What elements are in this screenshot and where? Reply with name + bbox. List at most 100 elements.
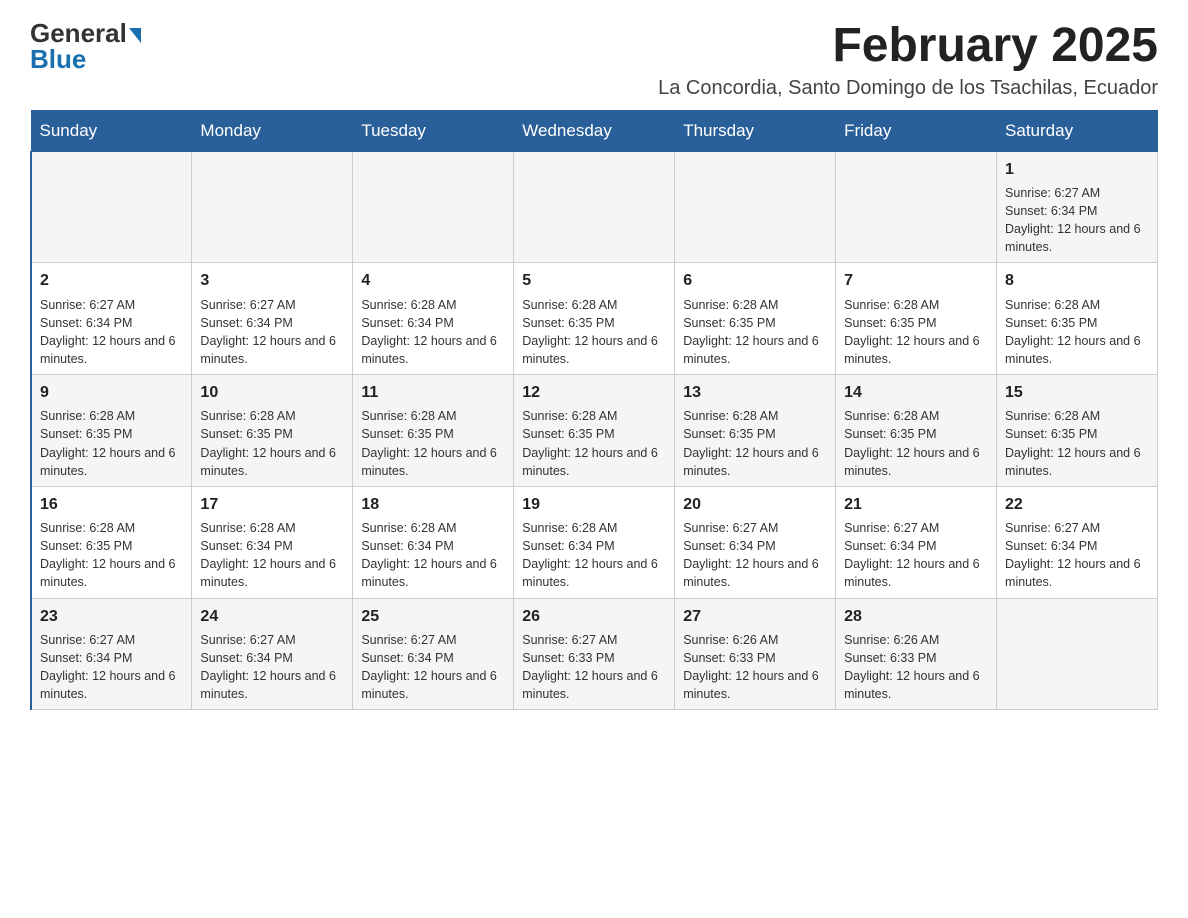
day-number: 27 (683, 605, 827, 628)
calendar-week-row: 2 Sunrise: 6:27 AM Sunset: 6:34 PM Daylig… (31, 263, 1158, 375)
weekday-header-saturday: Saturday (997, 110, 1158, 151)
logo-general-text: General (30, 20, 127, 46)
day-info: Sunrise: 6:28 AM Sunset: 6:35 PM Dayligh… (1005, 407, 1149, 480)
day-number: 24 (200, 605, 344, 628)
calendar-day-cell: 22Sunrise: 6:27 AM Sunset: 6:34 PM Dayli… (997, 486, 1158, 598)
day-number: 5 (522, 269, 666, 292)
day-number: 4 (361, 269, 505, 292)
calendar-week-row: 16Sunrise: 6:28 AM Sunset: 6:35 PM Dayli… (31, 486, 1158, 598)
calendar-week-row: 23 Sunrise: 6:27 AM Sunset: 6:34 PM Dayli… (31, 598, 1158, 710)
calendar-week-row: 1 Sunrise: 6:27 AM Sunset: 6:34 PM Daylig… (31, 151, 1158, 263)
day-info: Sunrise: 6:28 AM Sunset: 6:35 PM Dayligh… (522, 296, 666, 369)
logo-blue-text: Blue (30, 46, 86, 72)
logo: General Blue (30, 20, 141, 72)
calendar-week-row: 9 Sunrise: 6:28 AM Sunset: 6:35 PM Daylig… (31, 375, 1158, 487)
weekday-header-tuesday: Tuesday (353, 110, 514, 151)
calendar-day-cell: 2 Sunrise: 6:27 AM Sunset: 6:34 PM Daylig… (31, 263, 192, 375)
calendar-day-cell: 3 Sunrise: 6:27 AM Sunset: 6:34 PM Daylig… (192, 263, 353, 375)
calendar-day-cell: 17 Sunrise: 6:28 AM Sunset: 6:34 PM Dayli… (192, 486, 353, 598)
calendar-day-cell: 12Sunrise: 6:28 AM Sunset: 6:35 PM Dayli… (514, 375, 675, 487)
calendar-day-cell: 18 Sunrise: 6:28 AM Sunset: 6:34 PM Dayli… (353, 486, 514, 598)
day-info: Sunrise: 6:28 AM Sunset: 6:35 PM Dayligh… (683, 407, 827, 480)
calendar-title: February 2025 (658, 20, 1158, 73)
day-info: Sunrise: 6:28 AM Sunset: 6:35 PM Dayligh… (844, 407, 988, 480)
calendar-day-cell: 16Sunrise: 6:28 AM Sunset: 6:35 PM Dayli… (31, 486, 192, 598)
day-number: 20 (683, 493, 827, 516)
day-info: Sunrise: 6:27 AM Sunset: 6:34 PM Dayligh… (844, 519, 988, 592)
weekday-header-row: SundayMondayTuesdayWednesdayThursdayFrid… (31, 110, 1158, 151)
day-number: 16 (40, 493, 183, 516)
day-number: 13 (683, 381, 827, 404)
day-number: 2 (40, 269, 183, 292)
calendar-day-cell: 11 Sunrise: 6:28 AM Sunset: 6:35 PM Dayli… (353, 375, 514, 487)
day-info: Sunrise: 6:27 AM Sunset: 6:34 PM Dayligh… (200, 631, 344, 704)
day-info: Sunrise: 6:28 AM Sunset: 6:35 PM Dayligh… (40, 407, 183, 480)
day-number: 23 (40, 605, 183, 628)
day-number: 26 (522, 605, 666, 628)
day-number: 18 (361, 493, 505, 516)
day-number: 11 (361, 381, 505, 404)
title-area: February 2025 La Concordia, Santo Doming… (658, 20, 1158, 100)
calendar-day-cell: 27 Sunrise: 6:26 AM Sunset: 6:33 PM Dayli… (675, 598, 836, 710)
day-number: 28 (844, 605, 988, 628)
day-number: 3 (200, 269, 344, 292)
calendar-day-cell: 13 Sunrise: 6:28 AM Sunset: 6:35 PM Dayli… (675, 375, 836, 487)
calendar-day-cell: 6 Sunrise: 6:28 AM Sunset: 6:35 PM Daylig… (675, 263, 836, 375)
day-info: Sunrise: 6:28 AM Sunset: 6:34 PM Dayligh… (522, 519, 666, 592)
day-info: Sunrise: 6:27 AM Sunset: 6:34 PM Dayligh… (1005, 184, 1149, 257)
calendar-day-cell (31, 151, 192, 263)
day-info: Sunrise: 6:27 AM Sunset: 6:34 PM Dayligh… (683, 519, 827, 592)
calendar-day-cell (353, 151, 514, 263)
day-number: 7 (844, 269, 988, 292)
calendar-day-cell (836, 151, 997, 263)
day-info: Sunrise: 6:26 AM Sunset: 6:33 PM Dayligh… (844, 631, 988, 704)
calendar-day-cell: 9 Sunrise: 6:28 AM Sunset: 6:35 PM Daylig… (31, 375, 192, 487)
day-info: Sunrise: 6:26 AM Sunset: 6:33 PM Dayligh… (683, 631, 827, 704)
day-info: Sunrise: 6:27 AM Sunset: 6:34 PM Dayligh… (40, 631, 183, 704)
day-number: 21 (844, 493, 988, 516)
calendar-day-cell (192, 151, 353, 263)
weekday-header-wednesday: Wednesday (514, 110, 675, 151)
calendar-day-cell: 4 Sunrise: 6:28 AM Sunset: 6:34 PM Daylig… (353, 263, 514, 375)
calendar-subtitle: La Concordia, Santo Domingo de los Tsach… (658, 77, 1158, 100)
calendar-day-cell: 15 Sunrise: 6:28 AM Sunset: 6:35 PM Dayli… (997, 375, 1158, 487)
day-info: Sunrise: 6:27 AM Sunset: 6:34 PM Dayligh… (200, 296, 344, 369)
calendar-day-cell: 8 Sunrise: 6:28 AM Sunset: 6:35 PM Daylig… (997, 263, 1158, 375)
day-number: 6 (683, 269, 827, 292)
calendar-day-cell (997, 598, 1158, 710)
calendar-day-cell: 10Sunrise: 6:28 AM Sunset: 6:35 PM Dayli… (192, 375, 353, 487)
day-number: 9 (40, 381, 183, 404)
day-info: Sunrise: 6:28 AM Sunset: 6:34 PM Dayligh… (200, 519, 344, 592)
calendar-day-cell: 19Sunrise: 6:28 AM Sunset: 6:34 PM Dayli… (514, 486, 675, 598)
day-info: Sunrise: 6:27 AM Sunset: 6:34 PM Dayligh… (40, 296, 183, 369)
day-info: Sunrise: 6:28 AM Sunset: 6:35 PM Dayligh… (200, 407, 344, 480)
day-info: Sunrise: 6:28 AM Sunset: 6:35 PM Dayligh… (522, 407, 666, 480)
day-info: Sunrise: 6:28 AM Sunset: 6:35 PM Dayligh… (1005, 296, 1149, 369)
day-info: Sunrise: 6:28 AM Sunset: 6:35 PM Dayligh… (361, 407, 505, 480)
page-header: General Blue February 2025 La Concordia,… (30, 20, 1158, 100)
day-info: Sunrise: 6:28 AM Sunset: 6:35 PM Dayligh… (683, 296, 827, 369)
weekday-header-thursday: Thursday (675, 110, 836, 151)
day-info: Sunrise: 6:28 AM Sunset: 6:34 PM Dayligh… (361, 296, 505, 369)
calendar-day-cell: 23 Sunrise: 6:27 AM Sunset: 6:34 PM Dayli… (31, 598, 192, 710)
weekday-header-friday: Friday (836, 110, 997, 151)
day-number: 8 (1005, 269, 1149, 292)
day-info: Sunrise: 6:27 AM Sunset: 6:34 PM Dayligh… (1005, 519, 1149, 592)
calendar-day-cell: 26 Sunrise: 6:27 AM Sunset: 6:33 PM Dayli… (514, 598, 675, 710)
day-info: Sunrise: 6:27 AM Sunset: 6:34 PM Dayligh… (361, 631, 505, 704)
calendar-day-cell: 7 Sunrise: 6:28 AM Sunset: 6:35 PM Daylig… (836, 263, 997, 375)
calendar-day-cell: 28 Sunrise: 6:26 AM Sunset: 6:33 PM Dayli… (836, 598, 997, 710)
day-info: Sunrise: 6:28 AM Sunset: 6:35 PM Dayligh… (844, 296, 988, 369)
day-number: 25 (361, 605, 505, 628)
day-number: 15 (1005, 381, 1149, 404)
day-info: Sunrise: 6:27 AM Sunset: 6:33 PM Dayligh… (522, 631, 666, 704)
calendar-day-cell: 14 Sunrise: 6:28 AM Sunset: 6:35 PM Dayli… (836, 375, 997, 487)
weekday-header-monday: Monday (192, 110, 353, 151)
day-number: 1 (1005, 158, 1149, 181)
calendar-day-cell: 25 Sunrise: 6:27 AM Sunset: 6:34 PM Dayli… (353, 598, 514, 710)
day-info: Sunrise: 6:28 AM Sunset: 6:34 PM Dayligh… (361, 519, 505, 592)
day-number: 17 (200, 493, 344, 516)
calendar-day-cell: 24 Sunrise: 6:27 AM Sunset: 6:34 PM Dayli… (192, 598, 353, 710)
calendar-day-cell (675, 151, 836, 263)
day-number: 14 (844, 381, 988, 404)
